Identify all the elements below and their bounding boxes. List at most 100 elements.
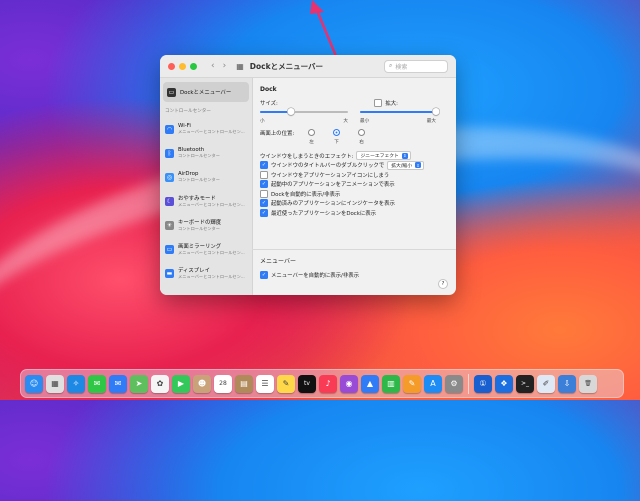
contacts-book-icon[interactable]: ▤ [235, 374, 253, 393]
minimize-button[interactable] [179, 62, 186, 70]
show-all-grid-icon[interactable]: ▦ [236, 62, 244, 71]
close-button[interactable] [168, 62, 175, 70]
dock-option-checkbox[interactable]: ✓ [260, 180, 268, 189]
sidebar: ▭ Dockとメニューバー コントロールセンター ◠ Wi-Fi メニューバーとコン… [160, 78, 253, 295]
dropbox-icon[interactable]: ❖ [495, 374, 513, 393]
radio-left[interactable] [308, 129, 315, 136]
airdrop-icon: ◎ [165, 172, 174, 182]
position-right-label: 右 [359, 140, 364, 145]
menubar-autohide-label: メニューバーを自動的に表示/非表示 [271, 272, 360, 279]
sidebar-item-sublabel: メニューバーとコントロールセン... [178, 274, 245, 279]
double-click-value: 拡大/縮小 [391, 163, 413, 169]
sidebar-item-text: キーボードの輝度 コントロールセンター [178, 218, 221, 232]
sidebar-section-title: コントロールセンター [165, 109, 211, 114]
bluetooth-icon: ᛒ [165, 148, 174, 158]
chevron-updown-icon: ⇕ [401, 152, 408, 159]
dock-option-row: Dockを自動的に表示/非表示 [260, 189, 448, 199]
notes-icon[interactable]: ✎ [277, 374, 295, 393]
search-input[interactable]: ⌕ 検索 [384, 59, 448, 73]
dock-option-checkbox[interactable]: ✓ [260, 199, 268, 208]
terminal-icon[interactable]: >_ [516, 374, 534, 393]
finder-icon[interactable]: ☺ [25, 374, 43, 393]
minimize-effect-label: ウインドウをしまうときのエフェクト: [260, 153, 354, 160]
sidebar-item-airdrop[interactable]: ◎ AirDrop コントロールセンター [160, 165, 252, 189]
podcasts-icon[interactable]: ◉ [340, 374, 358, 393]
menubar-autohide-checkbox[interactable]: ✓ [260, 270, 268, 279]
trash-icon[interactable]: 🗑 [579, 374, 597, 393]
sidebar-item-label: 画面ミラーリング [178, 244, 222, 250]
preview-icon[interactable]: ✐ [537, 374, 555, 393]
minimize-effect-popup[interactable]: ジニーエフェクト ⇕ [356, 151, 411, 161]
double-click-checkbox[interactable]: ✓ [260, 161, 268, 170]
sidebar-item-sublabel: コントロールセンター [178, 226, 220, 231]
size-label: サイズ: [260, 100, 278, 107]
position-left-option[interactable]: 左 [308, 129, 315, 145]
sidebar-item-dock-menubar[interactable]: ▭ Dockとメニューバー [163, 82, 249, 102]
sidebar-item-text: Wi-Fi メニューバーとコントロールセン... [178, 123, 245, 135]
position-bottom-option[interactable]: 下 [333, 129, 340, 145]
dock-option-row: ✓ 起動中のアプリケーションをアニメーションで表示 [260, 180, 448, 190]
position-left-label: 左 [309, 140, 314, 145]
sidebar-item-label: ディスプレイ [178, 268, 210, 274]
appletv-icon[interactable]: tv [298, 374, 316, 393]
maps-icon[interactable]: ➤ [130, 374, 148, 393]
sidebar-item-display[interactable]: ▬ ディスプレイ メニューバーとコントロールセン... [160, 261, 252, 285]
contacts-icon[interactable]: ☻ [193, 374, 211, 393]
double-click-popup[interactable]: 拡大/縮小 ⇕ [387, 160, 425, 170]
facetime-icon[interactable]: ▶ [172, 374, 190, 393]
moon-icon: ☾ [165, 196, 174, 206]
photos-icon[interactable]: ✿ [151, 374, 169, 393]
size-slider[interactable] [260, 108, 348, 115]
onepassword-icon[interactable]: ① [474, 374, 492, 393]
title-bar: ‹ › ▦ Dockとメニューバー ⌕ 検索 [160, 55, 456, 78]
sidebar-item-wifi[interactable]: ◠ Wi-Fi メニューバーとコントロールセン... [160, 117, 252, 141]
magnification-checkbox[interactable] [374, 98, 383, 107]
menubar-section-title: メニューバー [260, 258, 296, 265]
radio-right[interactable] [358, 129, 365, 136]
sidebar-item-moon[interactable]: ☾ おやすみモード メニューバーとコントロールセン... [160, 189, 252, 213]
dock-option-label: 起動済みのアプリケーションにインジケータを表示 [271, 201, 395, 208]
reminders-icon[interactable]: ☰ [256, 374, 274, 393]
sidebar-item-screen-mirroring[interactable]: ▭ 画面ミラーリング メニューバーとコントロールセン... [160, 237, 252, 261]
dock-option-checkbox[interactable] [260, 189, 268, 198]
dock-section-title: Dock [260, 86, 277, 93]
position-bottom-label: 下 [334, 140, 339, 145]
dock-option-row: ✓ 起動済みのアプリケーションにインジケータを表示 [260, 199, 448, 209]
screen-mirroring-icon: ▭ [165, 244, 174, 254]
messages-icon[interactable]: ✉ [88, 374, 106, 393]
forward-button[interactable]: › [223, 61, 227, 71]
numbers-icon[interactable]: ▥ [382, 374, 400, 393]
downloads-icon[interactable]: ⇩ [558, 374, 576, 393]
help-button[interactable]: ? [438, 279, 448, 289]
system-preferences-icon[interactable]: ⚙ [445, 374, 463, 393]
sidebar-item-keyboard-brightness[interactable]: ☀ キーボードの輝度 コントロールセンター [160, 213, 252, 237]
sidebar-item-text: Bluetooth コントロールセンター [178, 147, 220, 159]
calendar-icon[interactable]: 28 [214, 374, 232, 393]
dock: ☺ ▦ ✧ ✉ ✉ ➤ ✿ ▶ ☻ 28 ▤ ☰ ✎ tv ♪ ◉ ▲ ▥ ✎ A ⚙ ① ❖ >_ ✐ ⇩ 🗑 [20, 369, 624, 398]
window-title: Dockとメニューバー [249, 61, 324, 71]
magnification-slider[interactable] [360, 108, 440, 115]
dock-option-row: ✓ 最近使ったアプリケーションをDockに表示 [260, 208, 448, 218]
settings-pane: Dock サイズ: 拡大: 小 大 最小 最大 画面上の位置: 左 下 右 ウイ… [252, 78, 456, 295]
magnification-label: 拡大: [385, 100, 398, 107]
back-button[interactable]: ‹ [211, 61, 215, 71]
keynote-icon[interactable]: ▲ [361, 374, 379, 393]
pages-icon[interactable]: ✎ [403, 374, 421, 393]
safari-icon[interactable]: ✧ [67, 374, 85, 393]
mail-icon[interactable]: ✉ [109, 374, 127, 393]
zoom-button[interactable] [190, 62, 197, 70]
music-icon[interactable]: ♪ [319, 374, 337, 393]
keyboard-brightness-icon: ☀ [165, 220, 174, 230]
magnification-max-label: 最大 [426, 119, 436, 124]
radio-bottom[interactable] [333, 129, 340, 136]
search-placeholder: 検索 [395, 63, 408, 71]
launchpad-icon[interactable]: ▦ [46, 374, 64, 393]
dock-option-checkbox[interactable] [260, 170, 268, 179]
position-label: 画面上の位置: [260, 131, 295, 137]
sidebar-item-bluetooth[interactable]: ᛒ Bluetooth コントロールセンター [160, 141, 252, 165]
dock-option-checkbox[interactable]: ✓ [260, 208, 268, 217]
dock-option-label: ウインドウをアプリケーションアイコンにしまう [271, 172, 390, 179]
appstore-icon[interactable]: A [424, 374, 442, 393]
position-right-option[interactable]: 右 [358, 129, 365, 145]
display-icon: ▬ [165, 268, 174, 278]
